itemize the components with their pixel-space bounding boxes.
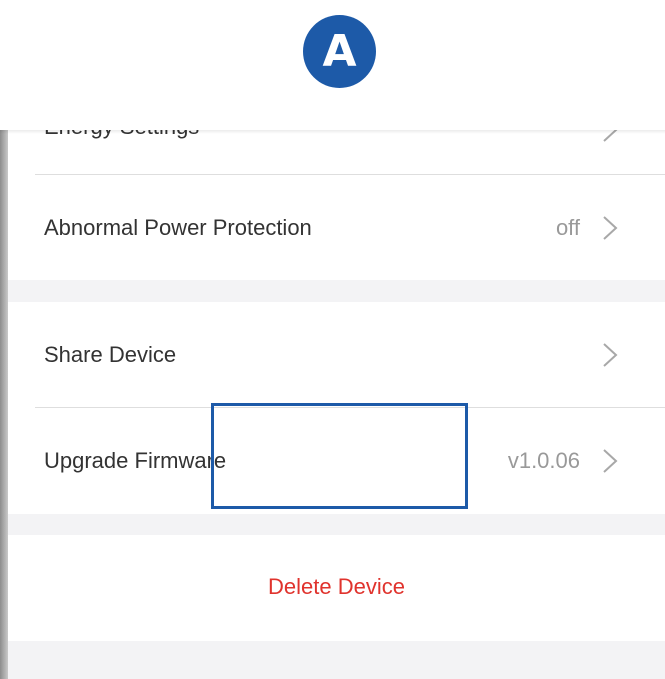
settings-row-partial-label: Energy Settings	[44, 130, 199, 140]
chevron-right-icon	[603, 130, 618, 142]
step-marker-letter: A	[322, 26, 357, 77]
share-device-label: Share Device	[44, 341, 177, 367]
chevron-right-icon	[603, 342, 618, 367]
delete-device-button[interactable]: Delete Device	[8, 574, 665, 600]
settings-row-partial[interactable]: Energy Settings	[8, 130, 665, 174]
delete-device-highlight-box	[211, 403, 468, 509]
abnormal-power-protection-value: off	[555, 214, 580, 240]
chevron-right-icon	[603, 449, 618, 473]
settings-group-power: Energy Settings Abnormal Power Protectio…	[8, 130, 665, 280]
delete-device-row[interactable]: Delete Device	[8, 535, 665, 641]
step-marker-badge: A	[303, 15, 376, 88]
chevron-right-icon	[603, 215, 618, 240]
share-device-row[interactable]: Share Device	[8, 302, 665, 407]
upgrade-firmware-label: Upgrade Firmware	[44, 448, 227, 473]
abnormal-power-protection-label: Abnormal Power Protection	[44, 214, 312, 240]
firmware-version-value: v1.0.06	[507, 448, 580, 473]
abnormal-power-protection-row[interactable]: Abnormal Power Protection off	[8, 175, 665, 280]
